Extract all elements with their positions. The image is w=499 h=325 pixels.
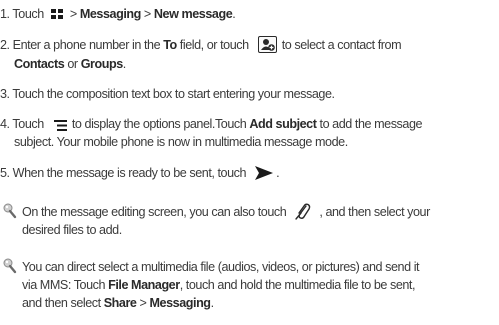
bold-term: Add subject — [249, 117, 317, 131]
instruction-page: 1. Touch > Messaging > New message. 2. E… — [0, 0, 499, 325]
paperclip-icon — [295, 202, 311, 220]
step-1: 1. Touch > Messaging > New message. — [0, 6, 236, 22]
step-4: 4. Touch to display the options panel.To… — [0, 116, 423, 132]
note-text: > — [136, 296, 150, 310]
note-2-line-1: You can direct select a multimedia file … — [22, 259, 420, 275]
note-text: You can direct select a multimedia file … — [22, 260, 420, 274]
note-text: desired files to add. — [22, 223, 122, 237]
bold-term: Messaging — [149, 296, 211, 310]
note-2-line-2: via MMS: Touch File Manager, touch and h… — [22, 277, 415, 293]
step-text: Touch the composition text box to start … — [9, 87, 335, 101]
apps-grid-icon — [50, 9, 64, 20]
step-text: . — [122, 57, 127, 71]
note-text: and then select — [22, 296, 104, 310]
step-2-continued: Contacts or Groups. — [14, 56, 126, 72]
lightbulb-note-icon — [3, 258, 17, 274]
step-text: subject. Your mobile phone is now in mul… — [14, 135, 348, 149]
step-number: 2. — [0, 38, 10, 52]
step-text: field, or touch — [176, 38, 249, 52]
bold-term: Contacts — [14, 57, 65, 71]
step-text: to select a contact from — [281, 38, 402, 52]
send-arrow-icon — [254, 165, 274, 181]
step-text: Enter a phone number in the — [9, 38, 164, 52]
bold-term: File Manager — [108, 278, 180, 292]
step-number: 5. — [0, 166, 10, 180]
note-text: , touch and hold the multimedia file to … — [179, 278, 416, 292]
note-1-line-1: On the message editing screen, you can a… — [22, 202, 430, 220]
step-4-continued: subject. Your mobile phone is now in mul… — [14, 134, 348, 150]
note-text: . — [210, 296, 215, 310]
step-text: > — [140, 7, 154, 21]
note-text: via MMS: Touch — [22, 278, 109, 292]
step-number: 4. — [0, 117, 10, 131]
note-text: , and then select your — [319, 205, 430, 219]
note-text: On the message editing screen, you can a… — [22, 205, 287, 219]
step-text: Touch — [9, 7, 44, 21]
step-text: . — [276, 166, 280, 180]
add-contact-icon — [257, 36, 277, 54]
step-text: . — [232, 7, 236, 21]
step-2: 2. Enter a phone number in the To field,… — [0, 36, 402, 54]
lightbulb-note-icon — [3, 203, 17, 219]
note-2-line-3: and then select Share > Messaging. — [22, 295, 214, 311]
step-text: Touch — [9, 117, 44, 131]
step-3: 3. Touch the composition text box to sta… — [0, 86, 335, 102]
bold-term: Share — [103, 296, 137, 310]
step-text: When the message is ready to be sent, to… — [9, 166, 247, 180]
bold-term: Groups — [80, 57, 124, 71]
menu-icon — [53, 119, 67, 131]
step-text: > — [69, 7, 80, 21]
step-text: to add the message — [316, 117, 423, 131]
note-1-line-2: desired files to add. — [22, 222, 122, 238]
step-text: to display the options panel.Touch — [71, 117, 250, 131]
bold-term: Messaging — [79, 7, 141, 21]
step-5: 5. When the message is ready to be sent,… — [0, 165, 280, 181]
bold-term: New message — [153, 7, 233, 21]
step-number: 1. — [0, 7, 10, 21]
bold-term: To — [163, 38, 177, 52]
step-text: or — [64, 57, 81, 71]
step-number: 3. — [0, 87, 10, 101]
